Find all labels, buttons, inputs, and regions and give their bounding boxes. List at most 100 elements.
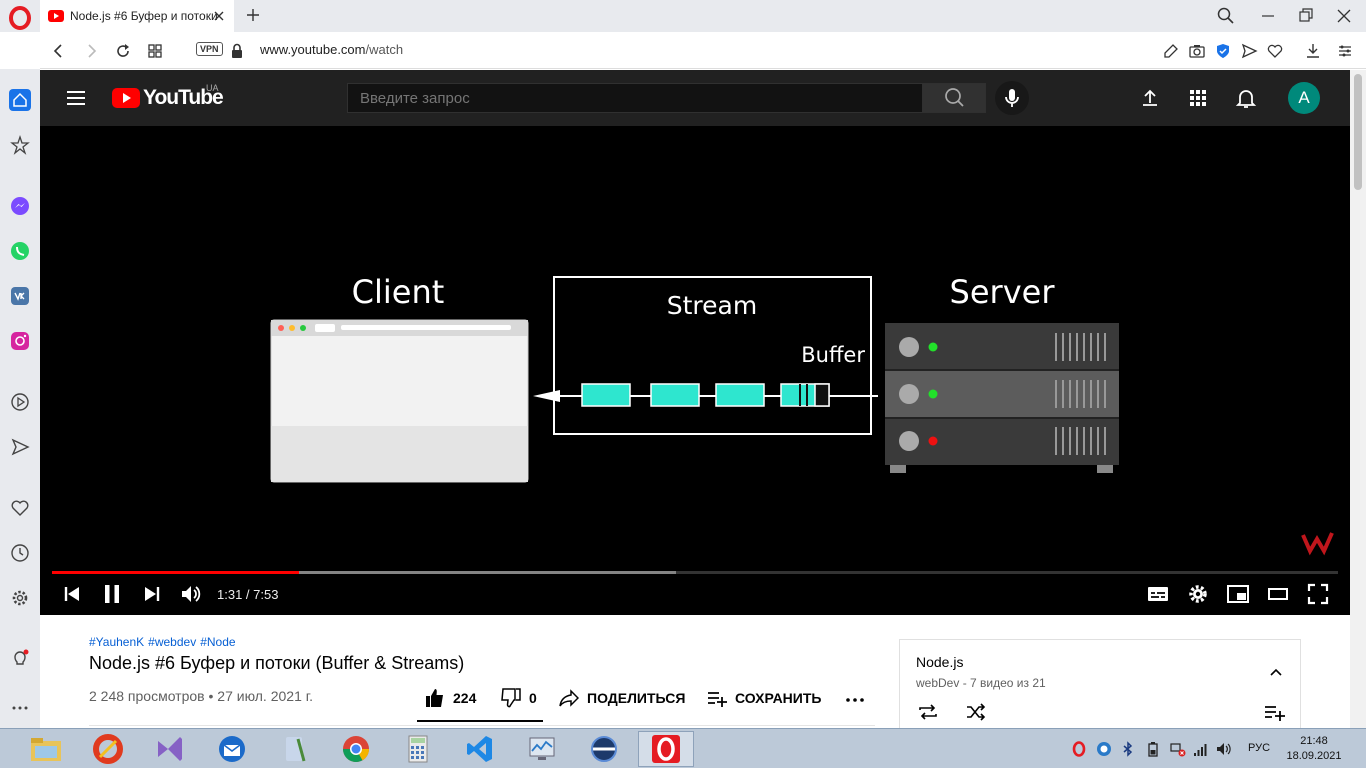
visual-studio-icon[interactable] bbox=[142, 731, 198, 767]
share-button[interactable]: ПОДЕЛИТЬСЯ bbox=[559, 686, 685, 710]
hashtag-link[interactable]: #YauhenK bbox=[89, 635, 144, 649]
update-tray-icon[interactable] bbox=[1096, 741, 1112, 757]
send-icon[interactable] bbox=[1240, 42, 1258, 60]
browser-tab-active[interactable]: Node.js #6 Буфер и потоки (Buffer & Stre… bbox=[40, 0, 234, 32]
like-button[interactable]: 224 bbox=[425, 686, 476, 710]
signal-bars-icon[interactable] bbox=[1193, 741, 1209, 757]
volume-icon[interactable] bbox=[179, 582, 203, 606]
dislike-button[interactable]: 0 bbox=[501, 686, 537, 710]
add-to-playlist-icon bbox=[708, 692, 727, 707]
system-clock[interactable]: 21:48 18.09.2021 bbox=[1284, 734, 1344, 764]
video-player[interactable]: Client Stream Buffer Server 1:31 / 7:53 bbox=[40, 126, 1350, 615]
snapshot-camera-icon[interactable] bbox=[1188, 42, 1206, 60]
opera-tray-icon[interactable] bbox=[1071, 741, 1087, 757]
whatsapp-icon[interactable] bbox=[9, 240, 31, 262]
keyboard-language[interactable]: РУС bbox=[1248, 742, 1270, 754]
easy-setup-icon[interactable] bbox=[1336, 42, 1354, 60]
hamburger-menu-icon[interactable] bbox=[66, 88, 86, 108]
bookmark-heart-icon[interactable] bbox=[1266, 42, 1284, 60]
vpn-badge[interactable]: VPN bbox=[196, 42, 223, 56]
client-browser-illustration bbox=[270, 319, 529, 483]
close-window-button[interactable] bbox=[1334, 6, 1354, 26]
youtube-play-logo-icon bbox=[112, 88, 140, 108]
time-display: 1:31 / 7:53 bbox=[217, 587, 279, 602]
url-field[interactable]: www.youtube.com/watch bbox=[260, 42, 403, 57]
hashtag-link[interactable]: #webdev bbox=[148, 635, 196, 649]
reload-icon[interactable] bbox=[114, 42, 132, 60]
upload-icon[interactable] bbox=[1138, 86, 1162, 110]
progress-bar[interactable] bbox=[52, 571, 1338, 574]
more-dots-icon bbox=[846, 698, 864, 702]
home-icon[interactable] bbox=[9, 89, 31, 111]
thumbs-up-icon bbox=[426, 689, 443, 707]
more-options-icon[interactable] bbox=[9, 697, 31, 719]
player-icon[interactable] bbox=[9, 391, 31, 413]
notifications-bell-icon[interactable] bbox=[1234, 86, 1258, 110]
collapse-chevron-up-icon[interactable] bbox=[1268, 664, 1284, 680]
search-button[interactable] bbox=[922, 83, 986, 113]
power-battery-icon[interactable] bbox=[1145, 741, 1161, 757]
speed-dial-star-icon[interactable] bbox=[9, 134, 31, 156]
network-error-icon[interactable] bbox=[1170, 741, 1186, 757]
subtitles-icon[interactable] bbox=[1146, 582, 1170, 606]
restore-window-button[interactable] bbox=[1296, 6, 1316, 26]
tabs-grid-icon[interactable] bbox=[146, 42, 164, 60]
vpn-client-icon[interactable] bbox=[576, 731, 632, 767]
more-actions-button[interactable] bbox=[845, 686, 873, 710]
scrollbar-thumb[interactable] bbox=[1354, 74, 1362, 190]
download-icon[interactable] bbox=[1304, 42, 1322, 60]
adblock-shield-icon[interactable] bbox=[1214, 42, 1232, 60]
settings-gear-icon[interactable] bbox=[1186, 582, 1210, 606]
buffer-label: Buffer bbox=[801, 343, 865, 367]
fullscreen-icon[interactable] bbox=[1306, 582, 1330, 606]
search-icon bbox=[945, 88, 964, 107]
back-arrow-icon[interactable] bbox=[50, 42, 68, 60]
ccleaner-icon[interactable] bbox=[80, 731, 136, 767]
shuffle-icon[interactable] bbox=[964, 700, 988, 724]
vscode-icon[interactable] bbox=[452, 731, 508, 767]
bookmarks-heart-icon[interactable] bbox=[9, 497, 31, 519]
edit-share-icon[interactable] bbox=[1162, 42, 1180, 60]
loop-playlist-icon[interactable] bbox=[916, 700, 940, 724]
forward-arrow-icon[interactable] bbox=[82, 42, 100, 60]
voice-search-button[interactable] bbox=[995, 81, 1029, 115]
avatar[interactable]: A bbox=[1288, 82, 1320, 114]
server-label: Server bbox=[950, 273, 1056, 311]
resource-monitor-icon[interactable] bbox=[514, 731, 570, 767]
file-explorer-icon[interactable] bbox=[18, 731, 74, 767]
instagram-icon[interactable] bbox=[9, 330, 31, 352]
server-rack-illustration bbox=[885, 323, 1119, 473]
tips-lightbulb-icon[interactable] bbox=[9, 648, 31, 670]
apps-grid-icon[interactable] bbox=[1186, 86, 1210, 110]
theater-mode-icon[interactable] bbox=[1266, 582, 1290, 606]
next-video-button[interactable] bbox=[140, 582, 164, 606]
close-tab-icon[interactable] bbox=[212, 9, 226, 23]
save-button[interactable]: СОХРАНИТЬ bbox=[707, 686, 821, 710]
calculator-icon[interactable] bbox=[390, 731, 446, 767]
youtube-favicon-icon bbox=[48, 10, 64, 22]
thunderbird-icon[interactable] bbox=[204, 731, 260, 767]
pause-button[interactable] bbox=[100, 582, 124, 606]
speaker-volume-icon[interactable] bbox=[1216, 741, 1232, 757]
messenger-icon[interactable] bbox=[9, 195, 31, 217]
my-flow-send-icon[interactable] bbox=[9, 436, 31, 458]
vk-icon[interactable] bbox=[9, 285, 31, 307]
opera-taskbar-icon[interactable] bbox=[638, 731, 694, 767]
page-scrollbar[interactable] bbox=[1350, 70, 1366, 728]
history-clock-icon[interactable] bbox=[9, 542, 31, 564]
settings-gear-icon[interactable] bbox=[9, 587, 31, 609]
miniplayer-icon[interactable] bbox=[1226, 582, 1250, 606]
minimize-window-button[interactable] bbox=[1258, 6, 1278, 26]
notepad-plus-icon[interactable] bbox=[266, 731, 322, 767]
chrome-icon[interactable] bbox=[328, 731, 384, 767]
lock-icon[interactable] bbox=[228, 42, 246, 60]
search-input[interactable] bbox=[347, 83, 923, 113]
previous-video-button[interactable] bbox=[60, 582, 84, 606]
playlist-title[interactable]: Node.js bbox=[916, 654, 963, 670]
opera-menu-icon[interactable] bbox=[8, 6, 32, 30]
new-tab-button[interactable] bbox=[244, 6, 262, 24]
tab-search-icon[interactable] bbox=[1216, 6, 1236, 26]
hashtag-link[interactable]: #Node bbox=[200, 635, 235, 649]
save-playlist-icon[interactable] bbox=[1262, 700, 1286, 724]
bluetooth-icon[interactable] bbox=[1120, 741, 1136, 757]
